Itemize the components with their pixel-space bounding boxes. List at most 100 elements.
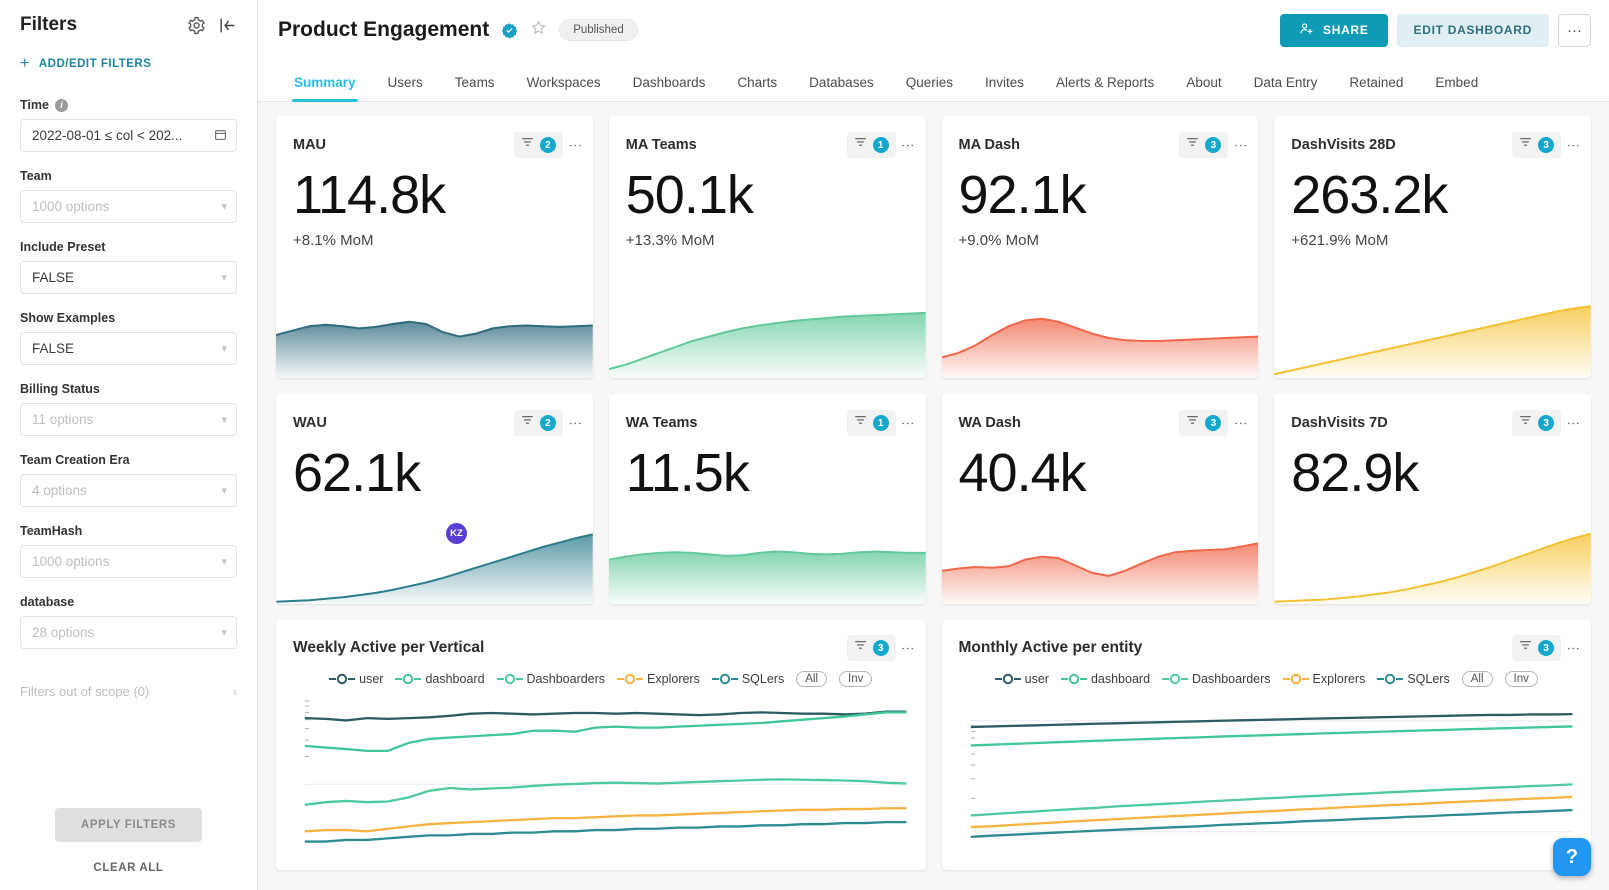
filter-control-time[interactable]: 2022-08-01 ≤ col < 202... [20, 119, 237, 152]
legend-item-user[interactable]: user [994, 672, 1049, 686]
chart-title: Monthly Active per entity [958, 639, 1143, 656]
filter-indicator[interactable]: 3 [846, 635, 896, 661]
filter-indicator[interactable]: 2 [513, 410, 563, 436]
filter-indicator[interactable]: 1 [846, 132, 896, 158]
filter-control-team[interactable]: 1000 options ▾ [20, 190, 237, 223]
chevron-down-icon: ▾ [221, 485, 227, 497]
tab-dashboards[interactable]: Dashboards [617, 75, 722, 101]
filter-label: Include Preset [20, 240, 237, 254]
tab-invites[interactable]: Invites [969, 75, 1040, 101]
collapse-panel-icon[interactable] [218, 16, 237, 35]
filters-out-of-scope-row[interactable]: Filters out of scope (0) › [20, 684, 237, 699]
kebab-menu-icon[interactable]: ⋮ [1566, 139, 1581, 152]
kebab-menu-icon[interactable]: ⋮ [568, 417, 583, 430]
more-options-button[interactable]: ··· [1558, 13, 1591, 47]
kebab-menu-icon[interactable]: ⋮ [1566, 417, 1581, 430]
legend-item-dashboard[interactable]: dashboard [1060, 672, 1150, 686]
apply-filters-button[interactable]: APPLY FILTERS [54, 808, 203, 842]
metric-change: +9.0% MoM [958, 231, 1039, 249]
metric-card-mau[interactable]: MAU 2 ⋮ 114.8k +8.1% MoM [276, 116, 593, 378]
kebab-menu-icon[interactable]: ⋮ [901, 417, 916, 430]
tab-teams[interactable]: Teams [439, 75, 511, 101]
chart-panel-controls: 3 ⋮ [846, 635, 916, 661]
filter-indicator[interactable]: 3 [1179, 132, 1229, 158]
filter-indicator[interactable]: 1 [846, 410, 896, 436]
filter-indicator[interactable]: 3 [1179, 410, 1229, 436]
tab-workspaces[interactable]: Workspaces [511, 75, 617, 101]
legend-item-user[interactable]: user [329, 672, 383, 686]
legend-pill-all[interactable]: All [1461, 671, 1493, 687]
tab-users[interactable]: Users [372, 75, 439, 101]
metric-card-dashvisits-28d[interactable]: DashVisits 28D 3 ⋮ 263.2k +621.9% MoM [1274, 116, 1591, 378]
tab-queries[interactable]: Queries [890, 75, 969, 101]
kebab-menu-icon[interactable]: ⋮ [901, 642, 916, 655]
filter-control-team-creation-era[interactable]: 4 options ▾ [20, 474, 237, 507]
legend-item-dashboarders[interactable]: Dashboarders [496, 672, 605, 686]
filter-control-billing-status[interactable]: 11 options ▾ [20, 403, 237, 436]
legend-item-explorers[interactable]: Explorers [1282, 672, 1365, 686]
kebab-menu-icon[interactable]: ⋮ [1233, 139, 1248, 152]
filter-label-text: Include Preset [20, 240, 106, 254]
metric-card-wa-teams[interactable]: WA Teams 1 ⋮ 11.5k [608, 394, 926, 604]
filter-indicator[interactable]: 3 [1512, 132, 1562, 158]
certified-badge-icon[interactable] [501, 22, 518, 39]
tab-summary[interactable]: Summary [278, 75, 372, 102]
tab-retained[interactable]: Retained [1333, 75, 1419, 101]
metric-card-header: DashVisits 28D 3 ⋮ [1274, 116, 1591, 158]
filter-indicator[interactable]: 2 [513, 132, 563, 158]
legend-marker-icon [395, 673, 422, 685]
metric-card-row-1: MAU 2 ⋮ 114.8k +8.1% MoM MA Teams 1 ⋮ 50… [276, 116, 1591, 378]
filter-control-include-preset[interactable]: FALSE ▾ [20, 261, 237, 294]
legend-item-sqlers[interactable]: SQLers [711, 672, 785, 686]
star-icon[interactable] [530, 19, 547, 41]
legend-pill-all[interactable]: All [796, 671, 828, 687]
filter-control-show-examples[interactable]: FALSE ▾ [20, 332, 237, 365]
filter-label-text: Time [20, 98, 49, 112]
filter-count-badge: 1 [872, 415, 889, 431]
filter-indicator[interactable]: 3 [1512, 635, 1562, 661]
filter-control-database[interactable]: 28 options ▾ [20, 616, 237, 649]
metric-card-dashvisits-7d[interactable]: DashVisits 7D 3 ⋮ 82.9k [1274, 394, 1591, 604]
legend-item-dashboard[interactable]: dashboard [395, 672, 485, 686]
tab-about[interactable]: About [1170, 75, 1237, 101]
kebab-menu-icon[interactable]: ⋮ [568, 139, 583, 152]
metric-card-header: MA Dash 3 ⋮ [942, 116, 1259, 158]
filter-label-text: Billing Status [20, 382, 100, 396]
legend-item-dashboarders[interactable]: Dashboarders [1162, 672, 1271, 686]
add-edit-filters-button[interactable]: + ADD/EDIT FILTERS [20, 56, 237, 72]
tab-alerts-reports[interactable]: Alerts & Reports [1040, 75, 1170, 101]
tab-databases[interactable]: Databases [793, 75, 890, 101]
info-icon[interactable]: i [54, 98, 68, 112]
metric-card-ma-dash[interactable]: MA Dash 3 ⋮ 92.1k +9.0% MoM [941, 116, 1259, 378]
metric-card-wa-dash[interactable]: WA Dash 3 ⋮ 40.4k [941, 394, 1259, 604]
tab-charts[interactable]: Charts [721, 75, 793, 101]
help-button[interactable]: ? [1553, 838, 1591, 876]
status-badge: Published [559, 19, 638, 41]
filter-icon [854, 136, 867, 154]
edit-dashboard-button[interactable]: EDIT DASHBOARD [1396, 13, 1549, 47]
filter-value: 1000 options [32, 199, 110, 214]
sparkline-chart [1274, 530, 1591, 604]
metric-card-ma-teams[interactable]: MA Teams 1 ⋮ 50.1k +13.3% MoM [608, 116, 926, 378]
header-actions: SHARE EDIT DASHBOARD ··· [1280, 13, 1591, 47]
legend-item-explorers[interactable]: Explorers [617, 672, 700, 686]
kebab-menu-icon[interactable]: ⋮ [1566, 642, 1581, 655]
legend-item-sqlers[interactable]: SQLers [1377, 672, 1450, 686]
gear-icon[interactable] [187, 16, 206, 35]
legend-pill-inv[interactable]: Inv [839, 671, 873, 687]
filter-group-include-preset: Include Preset FALSE ▾ [20, 240, 237, 294]
legend-pill-inv[interactable]: Inv [1504, 671, 1538, 687]
filter-control-teamhash[interactable]: 1000 options ▾ [20, 545, 237, 578]
legend-label: SQLers [741, 672, 785, 686]
kebab-menu-icon[interactable]: ⋮ [1233, 417, 1248, 430]
tab-embed[interactable]: Embed [1419, 75, 1494, 101]
legend-label: user [359, 672, 384, 686]
metric-card-wau[interactable]: WAU 2 ⋮ 62.1k KZ [276, 394, 593, 604]
metric-card-title: DashVisits 28D [1291, 137, 1396, 153]
tab-data-entry[interactable]: Data Entry [1238, 75, 1334, 101]
kebab-menu-icon[interactable]: ⋮ [901, 139, 916, 152]
share-button[interactable]: SHARE [1280, 13, 1388, 47]
clear-all-button[interactable]: CLEAR ALL [93, 862, 163, 874]
filter-indicator[interactable]: 3 [1512, 410, 1562, 436]
filter-label-text: Show Examples [20, 311, 116, 325]
